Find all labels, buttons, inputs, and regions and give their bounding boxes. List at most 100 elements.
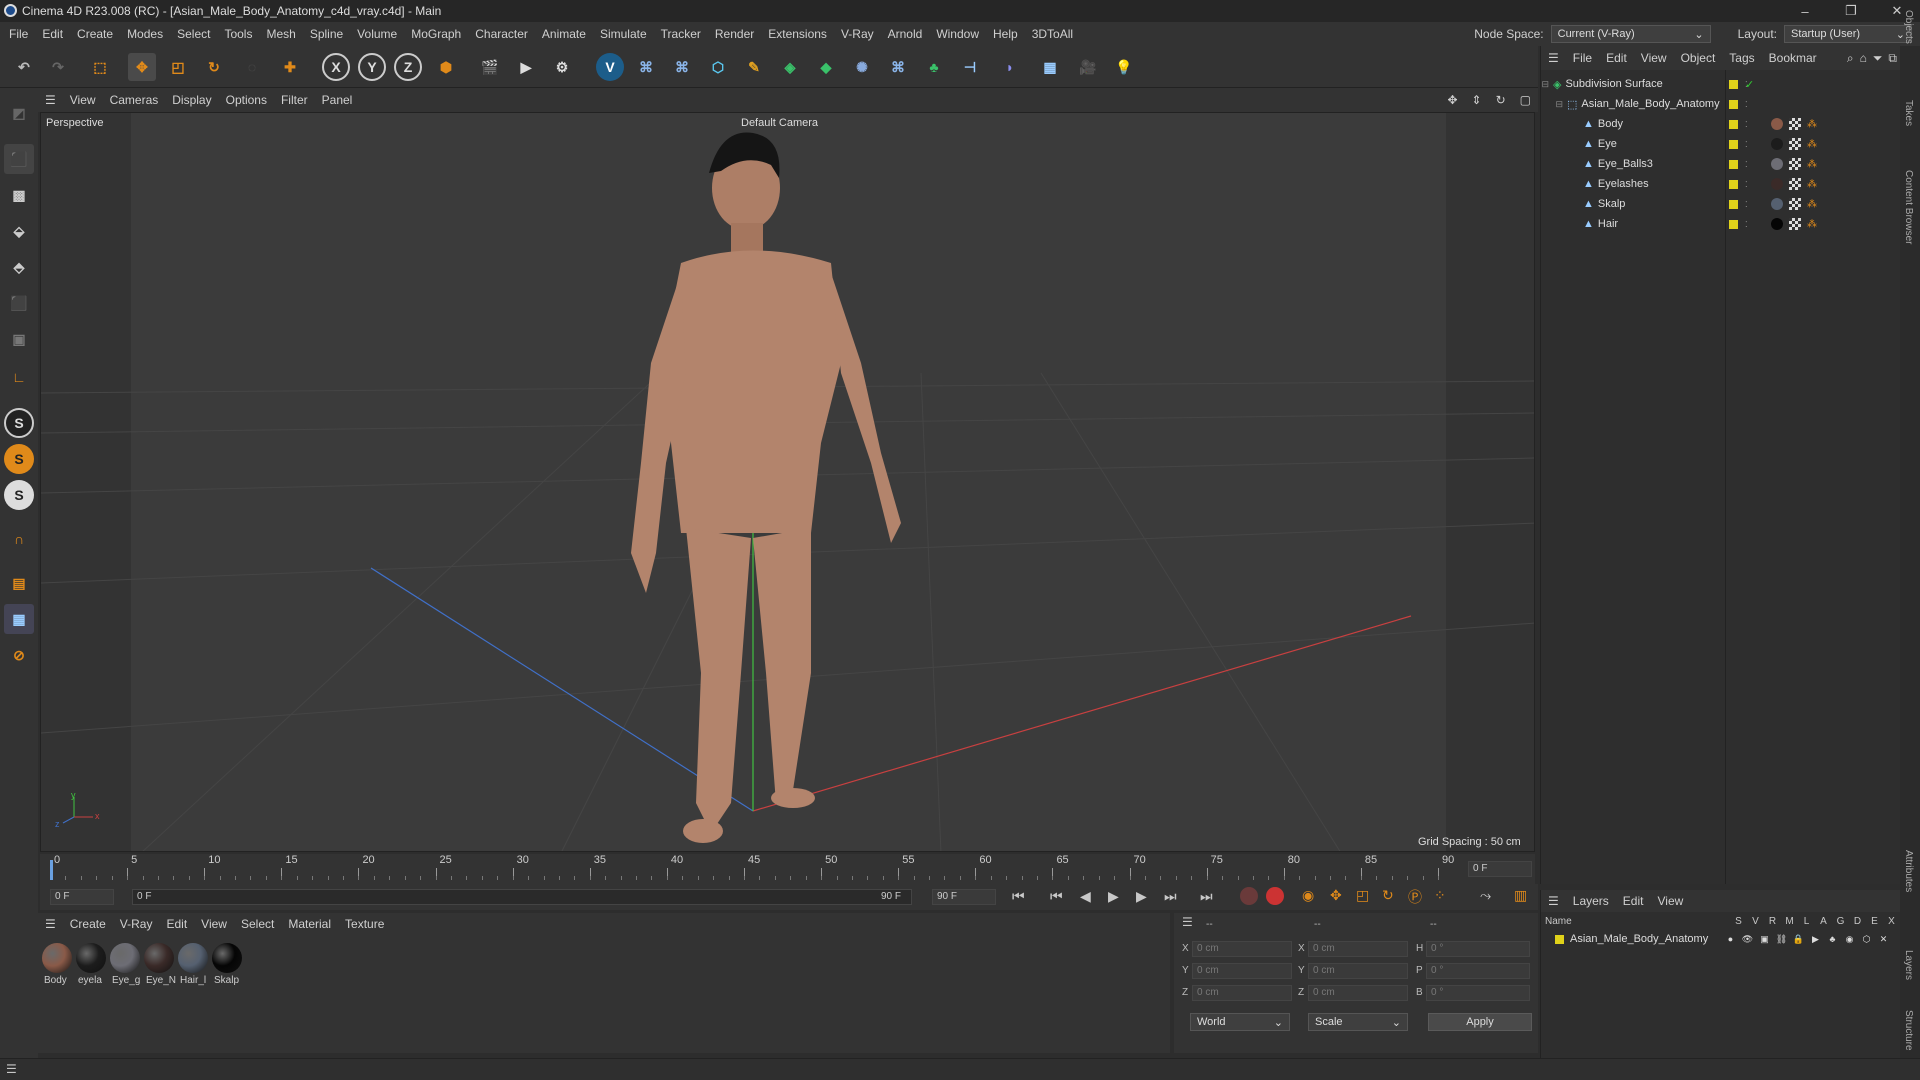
object-row[interactable]: ⊟ ⬚ Asian_Male_Body_Anatomy ⁚ bbox=[1541, 94, 1901, 114]
maximize-button[interactable]: ❐ bbox=[1828, 3, 1874, 19]
x-axis-lock-icon[interactable]: X bbox=[322, 53, 350, 81]
viewport[interactable]: Perspective Default Camera Grid Spacing … bbox=[40, 112, 1535, 852]
visibility-dots-icon[interactable]: ⁚ bbox=[1745, 200, 1748, 209]
vray-tag-icon[interactable]: ⁂ bbox=[1807, 159, 1817, 170]
hamburger-icon[interactable]: ☰ bbox=[38, 917, 63, 931]
material-tag-icon[interactable] bbox=[1771, 198, 1783, 210]
visibility-dots-icon[interactable]: ⁚ bbox=[1745, 100, 1748, 109]
live-selection-icon[interactable]: ⬚ bbox=[86, 53, 114, 81]
key-pla-icon[interactable]: ⁘ bbox=[1434, 887, 1446, 904]
layer-flag-icon[interactable]: ▶ bbox=[1807, 934, 1824, 945]
generator-icon[interactable]: ◆ bbox=[812, 53, 840, 81]
visibility-dots-icon[interactable]: ⁚ bbox=[1745, 120, 1748, 129]
menu-item-edit[interactable]: Edit bbox=[35, 27, 70, 41]
material-tag-icon[interactable] bbox=[1771, 178, 1783, 190]
coordinate-system-dropdown[interactable]: World ⌄ bbox=[1190, 1013, 1290, 1031]
menu-item-tools[interactable]: Tools bbox=[217, 27, 259, 41]
object-row[interactable]: ▲ Skalp ⁚ ⁂ bbox=[1541, 194, 1901, 214]
vray-icon[interactable]: V bbox=[596, 53, 624, 81]
hamburger-icon[interactable]: ☰ bbox=[1182, 915, 1193, 929]
layer-color-icon[interactable] bbox=[1729, 159, 1738, 169]
python-script-icon[interactable]: ⌘ bbox=[668, 53, 696, 81]
menu-item-render[interactable]: Render bbox=[708, 27, 761, 41]
menu-item-mograph[interactable]: MoGraph bbox=[404, 27, 468, 41]
deformer-icon[interactable]: ⌘ bbox=[884, 53, 912, 81]
uv-mode-icon[interactable]: ▣ bbox=[4, 324, 34, 354]
side-tab-takes[interactable]: Takes bbox=[1903, 100, 1914, 126]
next-key-icon[interactable]: ⏭ bbox=[1164, 888, 1177, 905]
menu-item-select[interactable]: Select bbox=[170, 27, 217, 41]
visibility-dots-icon[interactable]: ⁚ bbox=[1745, 160, 1748, 169]
coordinate-field[interactable]: 0 cm bbox=[1308, 941, 1408, 957]
go-to-end-icon[interactable]: ⏭ bbox=[1200, 888, 1213, 905]
menu-item-volume[interactable]: Volume bbox=[350, 27, 404, 41]
coordinate-system-icon[interactable]: ⬢ bbox=[432, 53, 460, 81]
vray-tag-icon[interactable]: ⁂ bbox=[1807, 199, 1817, 210]
key-position-icon[interactable]: ✥ bbox=[1330, 887, 1342, 904]
points-mode-icon[interactable]: ⬙ bbox=[4, 216, 34, 246]
layer-menu-edit[interactable]: Edit bbox=[1616, 894, 1651, 908]
menu-item-tracker[interactable]: Tracker bbox=[654, 27, 708, 41]
layer-flag-icon[interactable]: ▣ bbox=[1756, 934, 1773, 945]
menu-item-modes[interactable]: Modes bbox=[120, 27, 170, 41]
coordinate-field[interactable]: 0 cm bbox=[1192, 985, 1292, 1001]
field-icon[interactable]: ♣ bbox=[920, 53, 948, 81]
material-tag-icon[interactable] bbox=[1771, 218, 1783, 230]
viewport-menu-options[interactable]: Options bbox=[219, 93, 274, 107]
viewport-menu-panel[interactable]: Panel bbox=[315, 93, 360, 107]
minimize-button[interactable]: – bbox=[1782, 4, 1828, 19]
coordinate-field[interactable]: 0 cm bbox=[1308, 963, 1408, 979]
light-icon[interactable]: 💡 bbox=[1110, 53, 1138, 81]
layer-flag-icon[interactable]: ♣ bbox=[1824, 934, 1841, 944]
hamburger-icon[interactable]: ☰ bbox=[1541, 894, 1566, 908]
workplane-lock-icon[interactable]: ⊘ bbox=[4, 640, 34, 670]
measure-icon[interactable]: ⊣ bbox=[956, 53, 984, 81]
coordinate-field[interactable]: 0 cm bbox=[1192, 941, 1292, 957]
transform-icon[interactable]: ✚ bbox=[276, 53, 304, 81]
layer-row[interactable]: Asian_Male_Body_Anatomy ● 👁 ▣ ⛓ 🔒 ▶ ♣ ◉ ⬡ ✕ bbox=[1541, 930, 1900, 948]
start-frame-field[interactable]: 0 F bbox=[50, 889, 114, 905]
menu-item-3dtoall[interactable]: 3DToAll bbox=[1025, 27, 1080, 41]
material-menu-texture[interactable]: Texture bbox=[338, 917, 391, 931]
timeline-window-icon[interactable]: ▥ bbox=[1514, 887, 1527, 904]
snap-settings-icon[interactable]: S bbox=[4, 444, 34, 474]
material-swatch[interactable] bbox=[144, 943, 174, 973]
render-settings-icon[interactable]: ⚙ bbox=[548, 53, 576, 81]
edit-check-icon[interactable]: ✓ bbox=[1745, 78, 1754, 91]
uv-tag-icon[interactable] bbox=[1789, 178, 1801, 190]
play-icon[interactable]: ▶ bbox=[1108, 888, 1119, 905]
viewport-menu-view[interactable]: View bbox=[63, 93, 103, 107]
uv-tag-icon[interactable] bbox=[1789, 218, 1801, 230]
pen-spline-icon[interactable]: ✎ bbox=[740, 53, 768, 81]
go-to-start-icon[interactable]: ⏮ bbox=[1012, 888, 1025, 905]
camera-icon[interactable]: 🎥 bbox=[1074, 53, 1102, 81]
move-icon[interactable]: ✥ bbox=[128, 53, 156, 81]
polygons-mode-icon[interactable]: ⬛ bbox=[4, 288, 34, 318]
record-icon[interactable] bbox=[1240, 887, 1258, 905]
redo-icon[interactable]: ↷ bbox=[44, 53, 72, 81]
key-rotation-icon[interactable]: ↻ bbox=[1382, 887, 1394, 904]
viewport-menu-cameras[interactable]: Cameras bbox=[103, 93, 166, 107]
undo-icon[interactable]: ↶ bbox=[10, 53, 38, 81]
rotate-icon[interactable]: ↻ bbox=[200, 53, 228, 81]
layer-menu-layers[interactable]: Layers bbox=[1566, 894, 1616, 908]
visibility-dots-icon[interactable]: ⁚ bbox=[1745, 180, 1748, 189]
maximize-view-icon[interactable]: ▢ bbox=[1513, 93, 1538, 107]
layer-flag-icon[interactable]: 🔒 bbox=[1790, 934, 1807, 945]
recent-tool-icon[interactable]: ◌ bbox=[238, 53, 266, 81]
render-picture-viewer-icon[interactable]: ▶ bbox=[512, 53, 540, 81]
floor-icon[interactable]: ▦ bbox=[1030, 53, 1070, 81]
layer-flag-icon[interactable]: ⬡ bbox=[1858, 934, 1875, 945]
texture-mode-icon[interactable]: ▩ bbox=[4, 180, 34, 210]
model-mode-icon[interactable]: ⬛ bbox=[4, 144, 34, 174]
apply-button[interactable]: Apply bbox=[1428, 1013, 1532, 1031]
edges-mode-icon[interactable]: ⬘ bbox=[4, 252, 34, 282]
material-menu-v-ray[interactable]: V-Ray bbox=[113, 917, 160, 931]
grid-icon[interactable]: ▦ bbox=[4, 604, 34, 634]
hamburger-icon[interactable]: ☰ bbox=[6, 1062, 17, 1076]
coordinate-field[interactable]: 0 ° bbox=[1426, 941, 1530, 957]
menu-item-help[interactable]: Help bbox=[986, 27, 1025, 41]
axis-mode-icon[interactable]: ∟ bbox=[4, 362, 34, 392]
menu-item-character[interactable]: Character bbox=[468, 27, 535, 41]
material-menu-edit[interactable]: Edit bbox=[159, 917, 194, 931]
